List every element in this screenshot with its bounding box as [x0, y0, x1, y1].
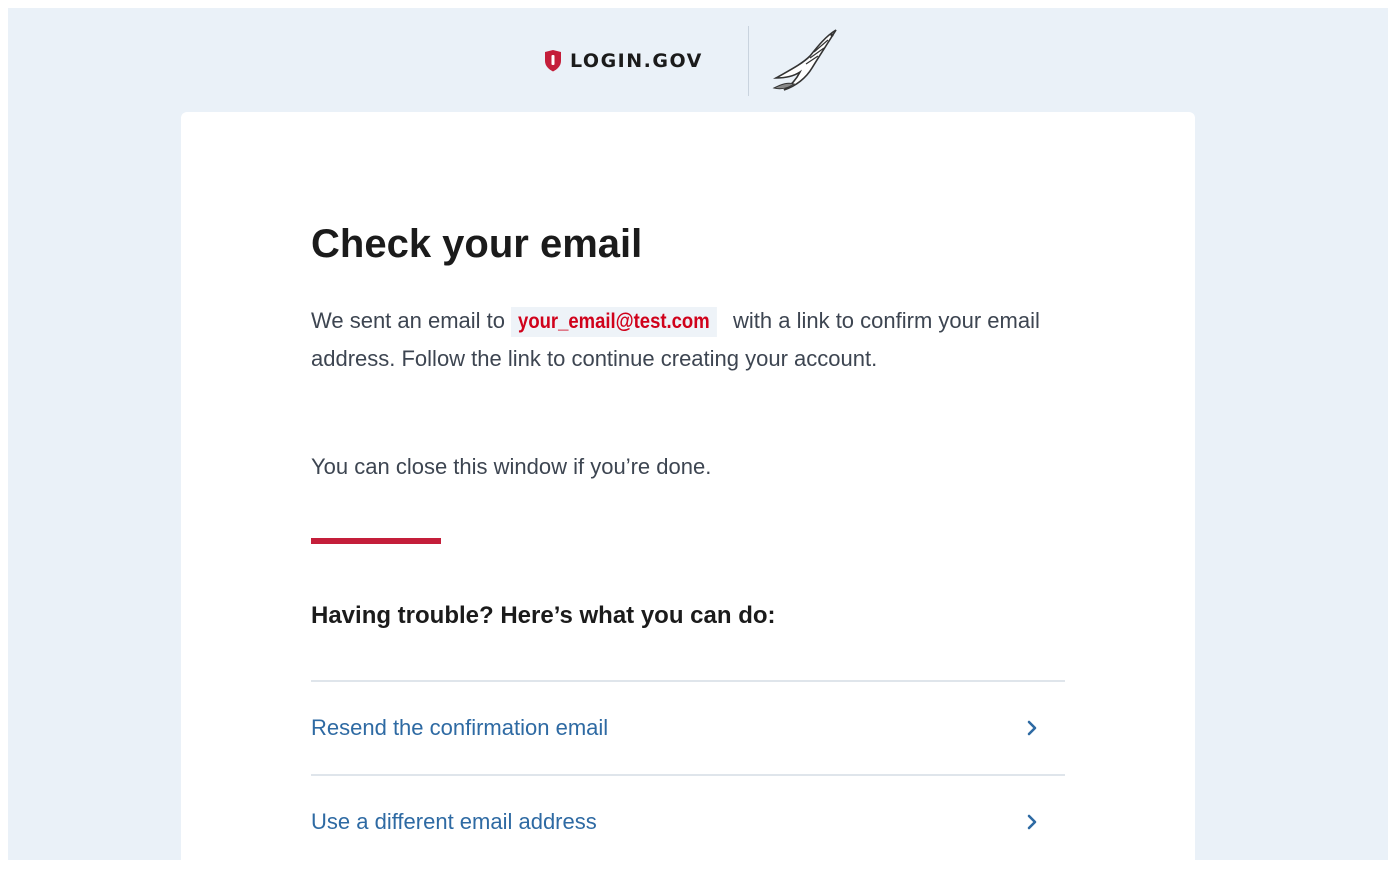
eagle-icon — [772, 29, 837, 91]
message-intro: We sent an email to — [311, 308, 512, 333]
header-divider — [748, 26, 749, 96]
shield-icon — [545, 50, 561, 72]
resend-confirmation-link[interactable]: Resend the confirmation email — [311, 680, 1065, 774]
brand-text: LOGIN.GOV — [570, 50, 703, 72]
close-window-note: You can close this window if you’re done… — [311, 454, 712, 479]
option-label: Use a different email address — [311, 809, 597, 834]
different-email-link[interactable]: Use a different email address — [311, 774, 1065, 868]
chevron-right-icon — [1027, 720, 1037, 736]
site-header: LOGIN.GOV — [8, 8, 1388, 108]
login-gov-logo[interactable]: LOGIN.GOV — [544, 46, 703, 76]
option-label: Resend the confirmation email — [311, 715, 609, 740]
troubleshooting-options: Resend the confirmation email Use a diff… — [311, 680, 1065, 868]
email-address: your_email@test.com — [511, 307, 717, 337]
chevron-right-icon — [1027, 814, 1037, 830]
trouble-heading: Having trouble? Here’s what you can do: — [311, 602, 776, 629]
page-title: Check your email — [311, 222, 643, 266]
main-card: Check your email We sent an email to you… — [181, 112, 1195, 872]
section-divider — [311, 538, 441, 544]
confirmation-message: We sent an email to your_email@test.com … — [311, 302, 1051, 378]
